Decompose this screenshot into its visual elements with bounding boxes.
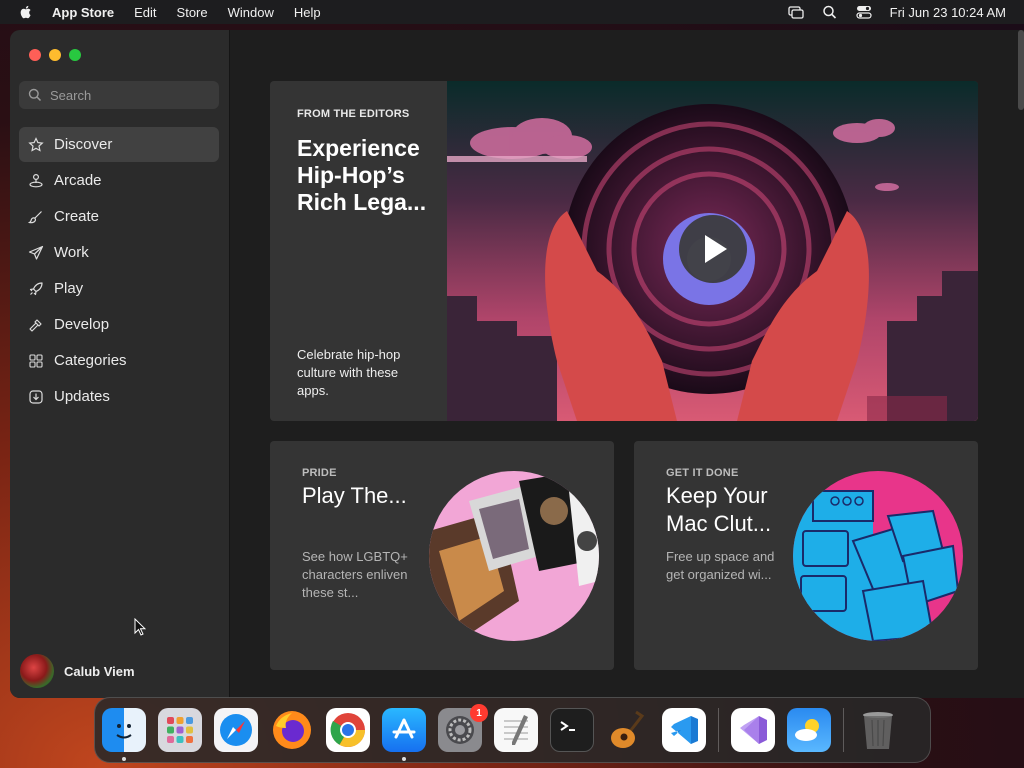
notification-badge: 1 [470, 704, 488, 722]
story-card-get-it-done[interactable]: GET IT DONE Keep Your Mac Clut... Free u… [634, 441, 978, 670]
search-placeholder: Search [50, 87, 92, 103]
pride-games-collage [429, 471, 599, 641]
mouse-cursor-icon [134, 618, 146, 636]
running-indicator [402, 757, 406, 761]
mac-organize-illustration [793, 471, 963, 641]
paperplane-icon [27, 244, 45, 262]
featured-story-card[interactable]: FROM THE EDITORS Experience Hip-Hop’s Ri… [270, 81, 978, 421]
main-content: FROM THE EDITORS Experience Hip-Hop’s Ri… [230, 30, 1024, 698]
card-eyebrow: GET IT DONE [666, 467, 739, 479]
close-button[interactable] [29, 49, 41, 61]
sidebar-item-categories[interactable]: Categories [19, 343, 219, 378]
app-store-icon[interactable] [382, 708, 426, 761]
minimize-button[interactable] [49, 49, 61, 61]
avatar [20, 654, 54, 688]
weather-icon[interactable] [787, 708, 831, 752]
sidebar-item-create[interactable]: Create [19, 199, 219, 234]
star-icon [27, 136, 45, 154]
card-eyebrow: PRIDE [302, 467, 337, 479]
scrollbar[interactable] [1018, 30, 1024, 110]
launchpad-icon[interactable] [158, 708, 202, 752]
settings-icon[interactable]: 1 [438, 704, 488, 752]
hero-title: Experience Hip-Hop’s Rich Lega... [297, 135, 427, 215]
running-indicator [122, 757, 126, 761]
sidebar-item-discover[interactable]: Discover [19, 127, 219, 162]
dock-separator [718, 708, 719, 752]
hip-hop-vinyl-illustration [447, 81, 978, 421]
search-field[interactable]: Search [19, 81, 219, 109]
card-description: See how LGBTQ+ characters enliven these … [302, 549, 408, 600]
sidebar-item-label: Discover [54, 136, 113, 153]
download-icon [27, 388, 45, 406]
grid-icon [27, 352, 45, 370]
paintbrush-icon [27, 208, 45, 226]
sidebar-item-label: Play [54, 280, 84, 297]
screen-mirroring-icon[interactable] [788, 5, 804, 19]
user-name: Calub Viem [64, 663, 135, 679]
sidebar-item-label: Develop [54, 316, 110, 333]
terminal-icon[interactable] [550, 708, 594, 752]
safari-icon[interactable] [214, 708, 258, 752]
chrome-icon[interactable] [326, 708, 370, 752]
hero-description: Celebrate hip-hop culture with these app… [297, 347, 401, 398]
menu-help[interactable]: Help [294, 5, 321, 20]
card-artwork [793, 471, 963, 641]
trash-icon[interactable] [856, 708, 900, 752]
control-center-icon[interactable] [856, 5, 872, 19]
sidebar-nav: Discover Arcade Create Work Play Develop [19, 127, 219, 415]
sidebar: Search Discover Arcade Create Work Play [10, 30, 230, 698]
garageband-icon[interactable] [606, 708, 650, 752]
menu-app-name[interactable]: App Store [52, 5, 114, 20]
menu-clock[interactable]: Fri Jun 23 10:24 AM [890, 5, 1006, 20]
joystick-icon [27, 172, 45, 190]
story-card-pride[interactable]: PRIDE Play The... See how LGBTQ+ charact… [270, 441, 614, 670]
menu-window[interactable]: Window [228, 5, 274, 20]
menu-store[interactable]: Store [177, 5, 208, 20]
dock: 1 [94, 697, 931, 763]
hero-artwork [447, 81, 978, 421]
card-title: Keep Your Mac Clut... [666, 483, 772, 536]
sidebar-item-work[interactable]: Work [19, 235, 219, 270]
vscode-icon[interactable] [662, 708, 706, 752]
card-description: Free up space and get organized wi... [666, 549, 775, 582]
hammer-icon [27, 316, 45, 334]
sidebar-item-label: Categories [54, 352, 127, 369]
finder-icon[interactable] [102, 708, 146, 761]
dock-separator [843, 708, 844, 752]
card-artwork [429, 471, 599, 641]
textedit-icon[interactable] [494, 708, 538, 752]
menu-bar: App Store Edit Store Window Help Fri Jun… [0, 0, 1024, 24]
firefox-icon[interactable] [270, 708, 314, 752]
search-icon [28, 88, 42, 102]
sidebar-item-label: Arcade [54, 172, 102, 189]
sidebar-item-play[interactable]: Play [19, 271, 219, 306]
window-controls [29, 49, 81, 61]
hero-eyebrow: FROM THE EDITORS [297, 108, 410, 120]
visual-studio-icon[interactable] [731, 708, 775, 752]
account-button[interactable]: Calub Viem [20, 654, 135, 688]
zoom-button[interactable] [69, 49, 81, 61]
app-store-window: Search Discover Arcade Create Work Play [10, 30, 1024, 698]
sidebar-item-arcade[interactable]: Arcade [19, 163, 219, 198]
hero-text: FROM THE EDITORS Experience Hip-Hop’s Ri… [270, 81, 447, 421]
sidebar-item-updates[interactable]: Updates [19, 379, 219, 414]
card-title: Play The... [302, 483, 407, 508]
menu-edit[interactable]: Edit [134, 5, 156, 20]
apple-menu-icon[interactable] [18, 4, 34, 20]
sidebar-item-develop[interactable]: Develop [19, 307, 219, 342]
sidebar-item-label: Updates [54, 388, 110, 405]
rocket-icon [27, 280, 45, 298]
spotlight-search-icon[interactable] [822, 5, 838, 19]
sidebar-item-label: Work [54, 244, 89, 261]
sidebar-item-label: Create [54, 208, 100, 225]
